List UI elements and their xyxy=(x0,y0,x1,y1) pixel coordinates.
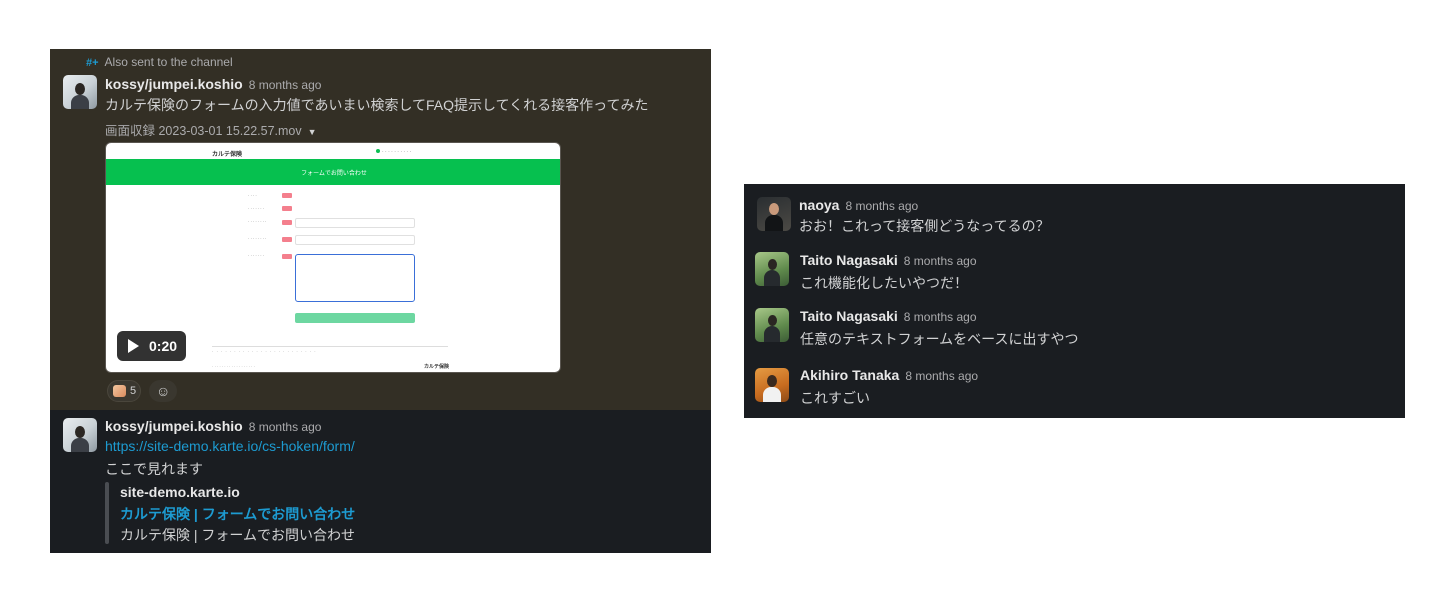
avatar[interactable] xyxy=(757,197,791,231)
message-text: これすごい xyxy=(800,390,870,406)
required-tag xyxy=(282,254,292,259)
unfurl-site-name: site-demo.karte.io xyxy=(120,484,240,500)
form-select xyxy=(295,235,415,245)
message-sender[interactable]: kossy/jumpei.koshio 8 months ago xyxy=(105,418,321,434)
add-emoji-icon[interactable]: ☺ xyxy=(156,383,170,399)
avatar[interactable] xyxy=(755,368,789,402)
message-text: カルテ保険のフォームの入力値であいまい検索してFAQ提示してくれる接客作ってみた xyxy=(105,97,649,113)
form-label: · · · · · · · xyxy=(248,206,264,211)
message-text: おお！これって接客側どうなってるの？ xyxy=(799,218,1050,234)
form-label: · · · · · · · xyxy=(248,253,264,258)
avatar[interactable] xyxy=(63,75,97,109)
form-label: · · · · · · · · xyxy=(248,219,267,224)
video-banner-text: フォームでお問い合わせ xyxy=(301,171,367,177)
video-nav: · · · · · · · · · · xyxy=(376,149,411,155)
message-text: これ機能化したいやつだ！ xyxy=(800,275,968,291)
message-timestamp[interactable]: 8 months ago xyxy=(845,199,918,213)
message-timestamp[interactable]: 8 months ago xyxy=(249,420,322,434)
unfurl-accent-bar xyxy=(105,482,109,544)
video-footer-brand: カルテ保険 xyxy=(424,364,450,370)
unfurl-title-link[interactable]: カルテ保険 | フォームでお問い合わせ xyxy=(120,504,355,524)
custom-emoji-icon[interactable] xyxy=(113,385,126,397)
message-link[interactable]: https://site-demo.karte.io/cs-hoken/form… xyxy=(105,438,355,454)
video-attachment[interactable]: カルテ保険 · · · · · · · · · · フォームでお問い合わせ · … xyxy=(105,142,561,373)
form-select xyxy=(295,218,415,228)
reaction-count[interactable]: 5 xyxy=(130,385,136,397)
message-timestamp[interactable]: 8 months ago xyxy=(904,310,977,324)
video-footer-links: · · · · · · · · · · · · · · · · · · · · … xyxy=(212,349,317,354)
chevron-down-icon[interactable]: ▼ xyxy=(308,127,317,137)
play-button[interactable]: 0:20 xyxy=(117,331,186,361)
reaction-pill[interactable]: 5 xyxy=(107,380,141,402)
video-duration[interactable]: 0:20 xyxy=(149,338,177,354)
message-sender[interactable]: Taito Nagasaki 8 months ago xyxy=(800,252,977,268)
message-sender[interactable]: Akihiro Tanaka 8 months ago xyxy=(800,367,978,383)
add-reaction-button[interactable]: ☺ xyxy=(149,380,177,402)
required-tag xyxy=(282,206,292,211)
highlighted-message: #+ Also sent to the channel kossy/jumpei.… xyxy=(50,49,711,410)
message-timestamp[interactable]: 8 months ago xyxy=(904,254,977,268)
video-brand-label: カルテ保険 xyxy=(212,152,243,158)
form-submit-button xyxy=(295,313,415,323)
form-textarea xyxy=(295,254,415,302)
unfurl-description: カルテ保険 | フォームでお問い合わせ xyxy=(120,527,355,543)
video-divider xyxy=(212,346,448,347)
play-icon[interactable] xyxy=(128,339,139,353)
required-tag xyxy=(282,193,292,198)
message-text: 任意のテキストフォームをベースに出すやつ xyxy=(800,331,1079,347)
thread-panel-right: naoya 8 months ago おお！これって接客側どうなってるの？ Tai… xyxy=(744,184,1405,418)
channel-hash-icon: #+ xyxy=(86,57,99,69)
avatar[interactable] xyxy=(755,252,789,286)
message-sender[interactable]: naoya 8 months ago xyxy=(799,197,918,213)
message-sender[interactable]: Taito Nagasaki 8 months ago xyxy=(800,308,977,324)
avatar[interactable] xyxy=(755,308,789,342)
message-text: ここで見れます xyxy=(105,461,203,477)
avatar[interactable] xyxy=(63,418,97,452)
message-timestamp[interactable]: 8 months ago xyxy=(249,78,322,92)
thread-panel-left: #+ Also sent to the channel kossy/jumpei.… xyxy=(50,49,711,553)
form-label: · · · · xyxy=(248,193,257,198)
required-tag xyxy=(282,220,292,225)
message-timestamp[interactable]: 8 months ago xyxy=(905,369,978,383)
video-banner: フォームでお問い合わせ xyxy=(106,159,560,185)
video-footer-copy: · · · · · · · · · · · · · · · · · · xyxy=(212,364,255,369)
also-sent-notice: #+ Also sent to the channel xyxy=(86,55,233,69)
required-tag xyxy=(282,237,292,242)
form-label: · · · · · · · · xyxy=(248,236,267,241)
message-sender[interactable]: kossy/jumpei.koshio 8 months ago xyxy=(105,76,321,92)
file-name[interactable]: 画面収録 2023-03-01 15.22.57.mov ▼ xyxy=(105,120,317,139)
